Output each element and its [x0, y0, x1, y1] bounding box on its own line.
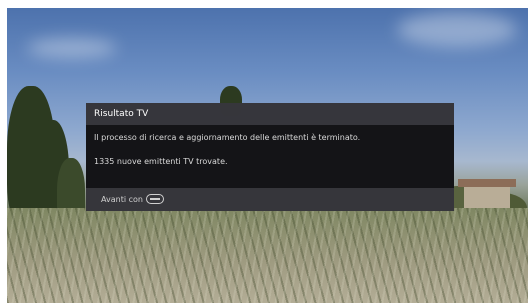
- ok-button-icon: [146, 194, 164, 204]
- dialog-footer[interactable]: Avanti con: [86, 188, 454, 211]
- tv-result-dialog: Risultato TV Il processo di ricerca e ag…: [86, 103, 454, 211]
- continue-label: Avanti con: [101, 195, 143, 204]
- dialog-title: Risultato TV: [86, 103, 454, 125]
- message-line-found-count: 1335 nuove emittenti TV trovate.: [94, 157, 228, 166]
- dialog-message: Il processo di ricerca e aggiornamento d…: [86, 125, 454, 188]
- message-line-status: Il processo di ricerca e aggiornamento d…: [94, 133, 361, 142]
